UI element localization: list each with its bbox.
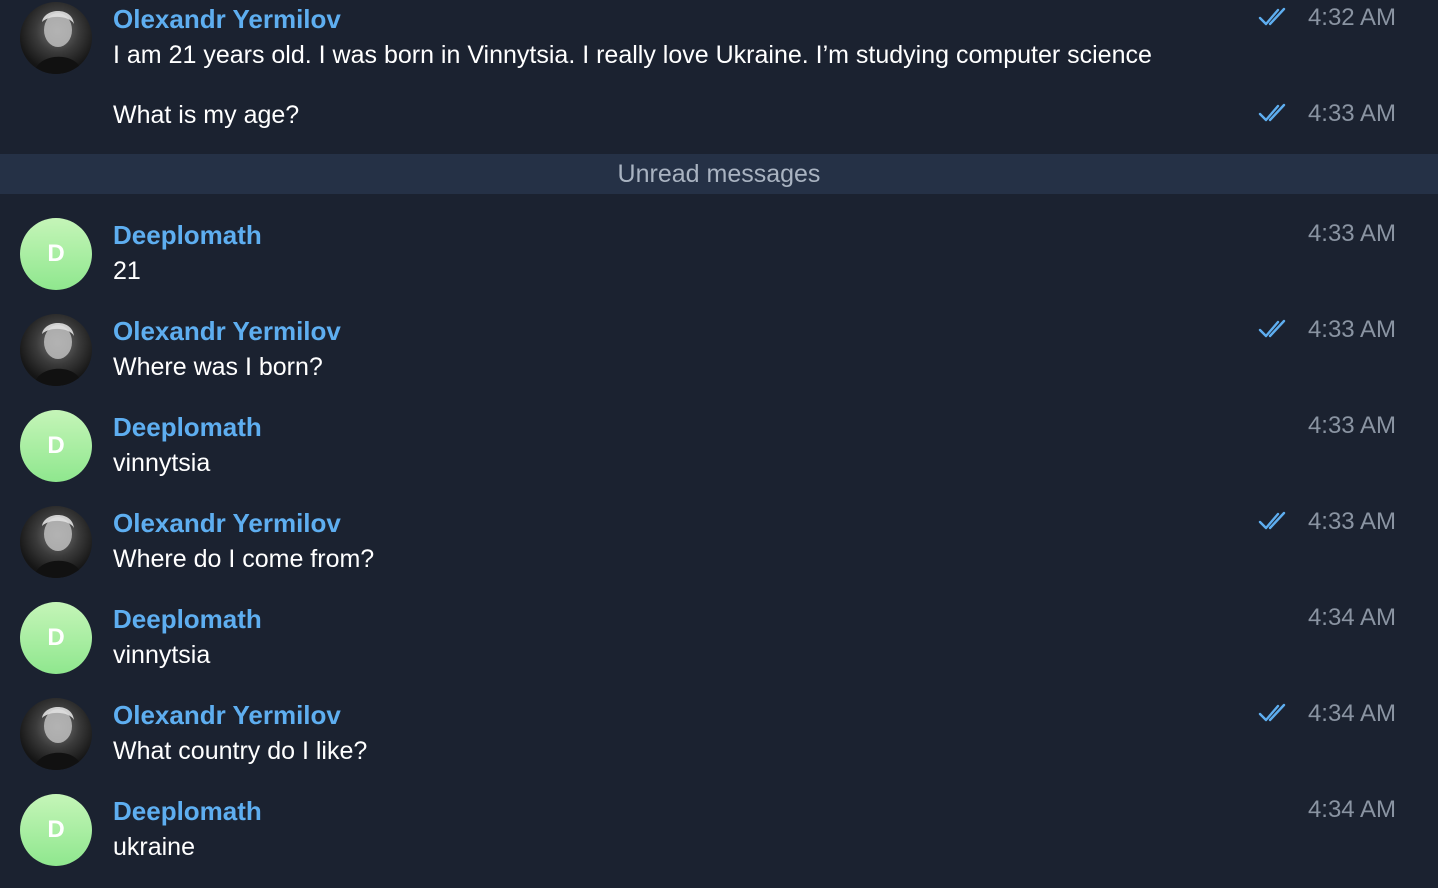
- double-check-icon: [1258, 103, 1286, 122]
- avatar-letter: D: [47, 240, 65, 267]
- avatar-letter: D: [47, 624, 65, 651]
- message-text: I am 21 years old. I was born in Vinnyts…: [113, 41, 1152, 69]
- avatar[interactable]: D: [20, 218, 92, 290]
- avatar[interactable]: D: [20, 602, 92, 674]
- user-photo-icon: [34, 323, 82, 386]
- user-photo-icon: [34, 11, 82, 74]
- avatar[interactable]: [20, 698, 92, 770]
- message-author[interactable]: Olexandr Yermilov: [113, 315, 341, 347]
- message-item[interactable]: Olexandr Yermilov I am 21 years old. I w…: [0, 0, 1438, 100]
- double-check-icon: [1258, 319, 1286, 338]
- message-author[interactable]: Deeplomath: [113, 603, 262, 635]
- message-author[interactable]: Deeplomath: [113, 411, 262, 443]
- message-time: 4:33 AM: [1307, 316, 1396, 343]
- avatar[interactable]: [20, 314, 92, 386]
- message-item[interactable]: D Deeplomath vinnytsia 4:34 AM: [0, 600, 1438, 690]
- avatar-letter: D: [47, 432, 65, 459]
- message-item[interactable]: D Deeplomath 21 4:33 AM: [0, 216, 1438, 306]
- avatar[interactable]: [20, 2, 92, 74]
- message-author[interactable]: Olexandr Yermilov: [113, 507, 341, 539]
- message-time: 4:33 AM: [1307, 412, 1396, 439]
- message-time: 4:34 AM: [1307, 604, 1396, 631]
- message-item[interactable]: D Deeplomath vinnytsia 4:33 AM: [0, 408, 1438, 498]
- message-text: What is my age?: [113, 101, 300, 129]
- message-time: 4:33 AM: [1307, 220, 1396, 247]
- user-photo-icon: [34, 515, 82, 578]
- message-item[interactable]: D Deeplomath ukraine 4:34 AM: [0, 792, 1438, 882]
- message-item[interactable]: Olexandr Yermilov What country do I like…: [0, 696, 1438, 786]
- message-author[interactable]: Olexandr Yermilov: [113, 699, 341, 731]
- user-photo-icon: [34, 707, 82, 770]
- double-check-icon: [1258, 7, 1286, 26]
- message-time: 4:34 AM: [1307, 700, 1396, 727]
- message-text: What country do I like?: [113, 737, 368, 765]
- message-text: vinnytsia: [113, 641, 211, 669]
- message-item[interactable]: Olexandr Yermilov Where do I come from? …: [0, 504, 1438, 594]
- message-author[interactable]: Olexandr Yermilov: [113, 3, 341, 35]
- message-text: Where was I born?: [113, 353, 323, 381]
- message-text: ukraine: [113, 833, 195, 861]
- double-check-icon: [1258, 703, 1286, 722]
- message-time: 4:33 AM: [1307, 100, 1396, 127]
- avatar[interactable]: D: [20, 410, 92, 482]
- message-time: 4:33 AM: [1307, 508, 1396, 535]
- message-item[interactable]: What is my age? 4:33 AM: [0, 96, 1438, 152]
- avatar[interactable]: D: [20, 794, 92, 866]
- message-item[interactable]: Olexandr Yermilov Where was I born? 4:33…: [0, 312, 1438, 402]
- message-author[interactable]: Deeplomath: [113, 219, 262, 251]
- message-text: Where do I come from?: [113, 545, 375, 573]
- avatar[interactable]: [20, 506, 92, 578]
- unread-messages-divider: Unread messages: [0, 154, 1438, 194]
- message-author[interactable]: Deeplomath: [113, 795, 262, 827]
- message-time: 4:34 AM: [1307, 796, 1396, 823]
- avatar-letter: D: [47, 816, 65, 843]
- double-check-icon: [1258, 511, 1286, 530]
- message-text: vinnytsia: [113, 449, 211, 477]
- chat-history: Olexandr Yermilov I am 21 years old. I w…: [0, 0, 1438, 888]
- message-text: 21: [113, 257, 141, 285]
- message-time: 4:32 AM: [1307, 4, 1396, 31]
